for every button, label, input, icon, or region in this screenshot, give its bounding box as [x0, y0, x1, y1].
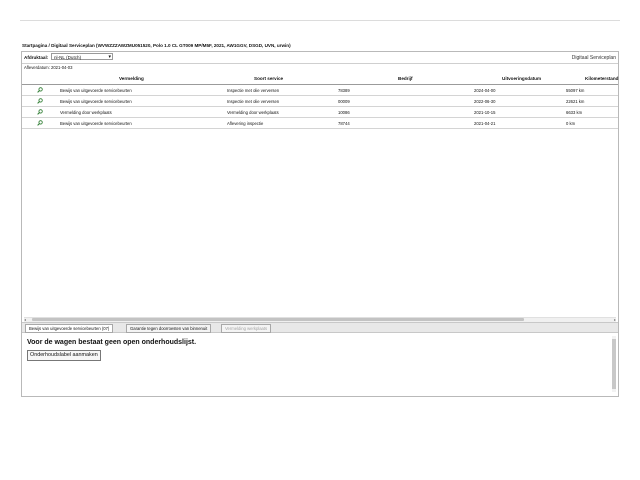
cell-km: 0 km: [566, 121, 576, 126]
tab-garantie-doorroesten[interactable]: Garantie tegen doorroesten van binnenuit: [126, 324, 212, 333]
cell-bedrijf: 00009: [338, 99, 350, 104]
table-row[interactable]: Bewijs van uitgevoerde servicebeurten In…: [22, 85, 618, 96]
col-header-soort-service[interactable]: Soort service: [254, 76, 283, 81]
cell-vermelding: Vermelding door werkplaats: [60, 110, 112, 115]
cell-datum: 2021-10-15: [474, 110, 496, 115]
chevron-down-icon: ▾: [108, 54, 111, 60]
cell-soort-service: Inspectie met olie verversen: [227, 99, 280, 104]
tab-vermelding-werkplaats: Vermelding werkplaats: [221, 324, 272, 333]
table-row[interactable]: Bewijs van uitgevoerde servicebeurten Af…: [22, 118, 618, 129]
window-title: Digitaal Serviceplan: [571, 55, 616, 61]
delivery-date: Afleverdatum: 2021-04-03: [24, 65, 73, 70]
create-maintenance-label-button[interactable]: Onderhoudslabel aanmaken: [27, 350, 101, 361]
vertical-scrollbar[interactable]: [612, 336, 616, 392]
cell-soort-service: Inspectie met olie verversen: [227, 88, 280, 93]
cell-datum: 2024-04-00: [474, 88, 496, 93]
table-row[interactable]: Bewijs van uitgevoerde servicebeurten In…: [22, 96, 618, 107]
magnifier-icon[interactable]: [37, 120, 43, 126]
table-row[interactable]: Vermelding door werkplaats Vermelding do…: [22, 107, 618, 118]
toolbar: Afdruktaal: nl-NL (Dutch) ▾ Digitaal Ser…: [22, 52, 618, 64]
print-language-label: Afdruktaal:: [24, 55, 49, 60]
magnifier-icon[interactable]: [37, 87, 43, 93]
cell-vermelding: Bewijs van uitgevoerde servicebeurten: [60, 99, 132, 104]
magnifier-icon[interactable]: [37, 109, 43, 115]
top-divider: [20, 20, 620, 21]
cell-bedrijf: 10086: [338, 110, 350, 115]
service-table-body: Bewijs van uitgevoerde servicebeurten In…: [22, 85, 618, 129]
cell-soort-service: Aflevering inspectie: [227, 121, 264, 126]
cell-bedrijf: 78389: [338, 88, 350, 93]
cell-datum: 2022-06-30: [474, 99, 496, 104]
tab-bar: Bewijs van uitgevoerde servicebeurten (0…: [22, 322, 618, 333]
col-header-vermelding[interactable]: Vermelding: [119, 76, 144, 81]
col-header-bedrijf[interactable]: Bedrijf: [398, 76, 413, 81]
cell-km: 22621 km: [566, 99, 585, 104]
service-plan-window: Afdruktaal: nl-NL (Dutch) ▾ Digitaal Ser…: [21, 51, 619, 397]
cell-km: 55097 km: [566, 88, 585, 93]
no-open-list-message: Voor de wagen bestaat geen open onderhou…: [27, 339, 197, 346]
table-header: Vermelding Soort service Bedrijf Uitvoer…: [22, 73, 618, 85]
horizontal-scroll-thumb[interactable]: [32, 318, 524, 321]
breadcrumb: Startpagina / Digitaal Serviceplan (WVWZ…: [22, 43, 291, 48]
magnifier-icon[interactable]: [37, 98, 43, 104]
cell-vermelding: Bewijs van uitgevoerde servicebeurten: [60, 121, 132, 126]
tab-panel: Voor de wagen bestaat geen open onderhou…: [22, 334, 618, 396]
cell-km: 6633 km: [566, 110, 583, 115]
print-language-value: nl-NL (Dutch): [54, 55, 82, 60]
tab-bewijs-servicebeurten[interactable]: Bewijs van uitgevoerde servicebeurten (0…: [25, 324, 114, 333]
cell-datum: 2021-04-21: [474, 121, 496, 126]
vertical-scroll-thumb[interactable]: [612, 339, 616, 389]
cell-vermelding: Bewijs van uitgevoerde servicebeurten: [60, 88, 132, 93]
col-header-uitvoeringsdatum[interactable]: Uitvoeringsdatum: [502, 76, 541, 81]
cell-soort-service: Vermelding door werkplaats: [227, 110, 279, 115]
print-language-select[interactable]: nl-NL (Dutch) ▾: [51, 53, 113, 60]
col-header-kilometerstand[interactable]: Kilometerstand: [585, 76, 618, 81]
cell-bedrijf: 78744: [338, 121, 350, 126]
